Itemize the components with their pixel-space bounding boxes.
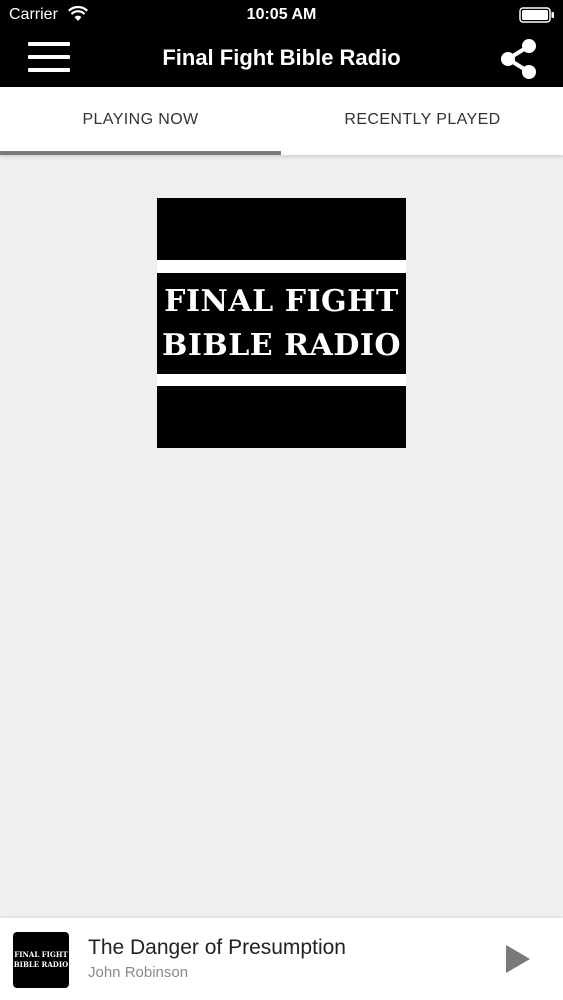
- share-icon[interactable]: [499, 38, 539, 80]
- artwork-top-bar: [157, 198, 406, 260]
- battery-icon: [519, 7, 554, 23]
- mini-art-line-1: FINAL FIGHT: [14, 950, 68, 959]
- mini-art-line-2: BIBLE RADIO: [13, 960, 69, 969]
- navigation-bar: Final Fight Bible Radio: [0, 30, 563, 87]
- track-title: The Danger of Presumption: [88, 936, 346, 959]
- tab-bar: PLAYING NOW RECENTLY PLAYED: [0, 87, 563, 155]
- status-time: 10:05 AM: [246, 6, 317, 23]
- status-bar: Carrier 10:05 AM: [0, 0, 563, 30]
- page-title: Final Fight Bible Radio: [162, 45, 401, 70]
- artwork-logo-line-2: BIBLE RADIO: [161, 328, 402, 363]
- station-artwork: FINAL FIGHT BIBLE RADIO: [157, 198, 406, 448]
- mini-player[interactable]: FINAL FIGHT BIBLE RADIO The Danger of Pr…: [0, 918, 563, 1000]
- artwork-logo-line-1: FINAL FIGHT: [164, 284, 399, 319]
- track-artist: John Robinson: [88, 964, 189, 981]
- tab-recently-played[interactable]: RECENTLY PLAYED: [282, 87, 563, 155]
- artwork-bottom-bar: [157, 386, 406, 448]
- play-icon[interactable]: [500, 942, 534, 976]
- mini-player-artwork: FINAL FIGHT BIBLE RADIO: [13, 932, 69, 988]
- tab-playing-now[interactable]: PLAYING NOW: [0, 87, 281, 155]
- active-tab-indicator: [0, 151, 281, 155]
- artwork-logo-text: FINAL FIGHT BIBLE RADIO: [157, 273, 406, 374]
